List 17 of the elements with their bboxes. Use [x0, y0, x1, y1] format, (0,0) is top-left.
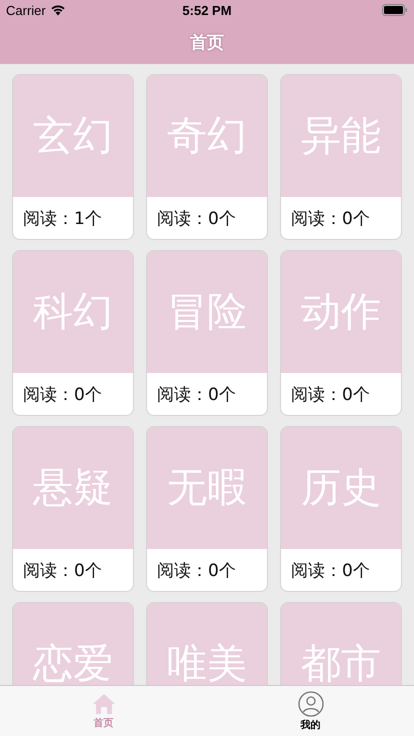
nav-title: 首页	[190, 32, 224, 54]
status-time: 5:52 PM	[182, 2, 232, 18]
read-count: 阅读：1个	[23, 208, 102, 230]
read-count: 阅读：0个	[157, 560, 236, 582]
battery-icon	[382, 4, 408, 16]
read-count: 阅读：0个	[291, 560, 370, 582]
tab-item[interactable]: 我的	[207, 686, 414, 736]
read-count: 阅读：0个	[291, 384, 370, 406]
profile-icon	[298, 690, 324, 716]
read-count: 阅读：0个	[157, 384, 236, 406]
wifi-icon	[50, 4, 66, 16]
read-count: 阅读：0个	[23, 560, 102, 582]
read-count: 阅读：0个	[157, 208, 236, 230]
read-count: 阅读：0个	[23, 384, 102, 406]
home-icon	[92, 692, 116, 714]
carrier-label: Carrier	[6, 2, 46, 18]
read-count: 阅读：0个	[291, 208, 370, 230]
